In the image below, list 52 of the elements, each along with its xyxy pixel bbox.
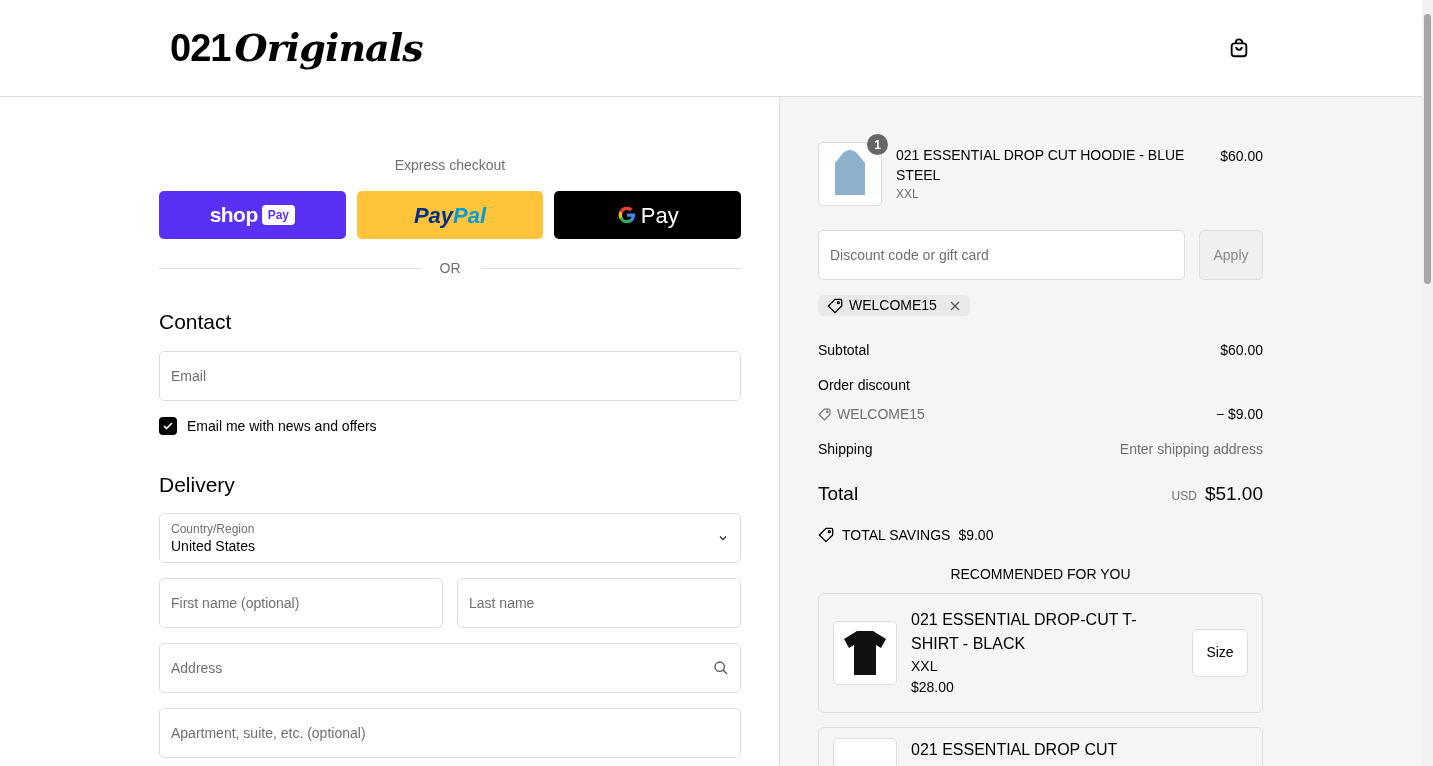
product-price: $60.00 [1220,147,1263,166]
input-field[interactable]: Email [159,350,741,401]
country-value: United States [171,536,256,555]
hoodie-thumbnail [818,142,882,206]
product-price: $28.00 [911,677,955,697]
summary-value: $60.00 [1220,341,1263,360]
product-name: 021 ESSENTIAL DROP-CUT T-SHIRT - BLACK [911,609,1138,654]
summary-label: Shipping [818,440,873,459]
logo[interactable]: 021Originals [170,19,423,77]
paypal-button[interactable]: PayPal [356,191,544,239]
address-field[interactable]: Address [159,643,741,693]
search-icon[interactable] [713,660,729,676]
savings-label: TOTAL SAVINGS [842,525,951,545]
size-button[interactable]: Size [1192,628,1248,677]
discount-code: WELCOME15 [837,405,925,424]
total-label: Total [818,482,859,506]
currency-label: USD [1171,488,1197,505]
shop-pay-button[interactable]: shop Pay [159,191,346,239]
express-checkout-title: Express checkout [393,156,507,175]
product-variant: XXL [911,656,939,676]
summary-value: Enter shipping address [1119,440,1263,459]
checkbox[interactable] [159,417,177,435]
tag-icon [818,527,834,543]
discount-code: WELCOME15 [849,296,937,315]
savings-value: $9.00 [958,525,994,545]
input-field[interactable]: Apartment, suite, etc. (optional) [159,708,741,758]
scrollbar[interactable] [1422,0,1433,766]
newsletter-label: Email me with news and offers [187,416,377,436]
close-icon[interactable] [948,299,961,312]
google-pay-button[interactable]: Pay [554,191,741,239]
country-label: Country/Region [171,521,256,537]
country-select[interactable]: Country/Region United States [159,513,741,563]
summary-value: − $9.00 [1215,405,1263,424]
recommended-title: RECOMMENDED FOR YOU [949,564,1132,584]
summary-label: Order discount [818,377,910,393]
delivery-heading: Delivery [159,471,236,498]
check-icon [162,420,174,432]
input-field[interactable]: Last name [457,578,741,628]
tag-icon [818,408,831,421]
product-variant: XXL [896,186,920,203]
summary-label: Subtotal [818,341,870,360]
product-name: 021 ESSENTIAL DROP CUT [911,739,1119,760]
product-name: 021 ESSENTIAL DROP CUT HOODIE - BLUE STEEL [896,146,1186,185]
input-field[interactable]: First name (optional) [159,578,443,628]
tag-icon [827,297,843,314]
total-value: $51.00 [1204,482,1263,506]
shopping-bag-icon[interactable] [1228,37,1250,59]
or-divider-label: OR [439,259,461,278]
quantity-badge: 1 [867,134,888,155]
contact-heading: Contact [159,309,233,335]
g-logo-icon [616,205,637,225]
discount-field[interactable]: Discount code or gift card [818,230,1185,280]
